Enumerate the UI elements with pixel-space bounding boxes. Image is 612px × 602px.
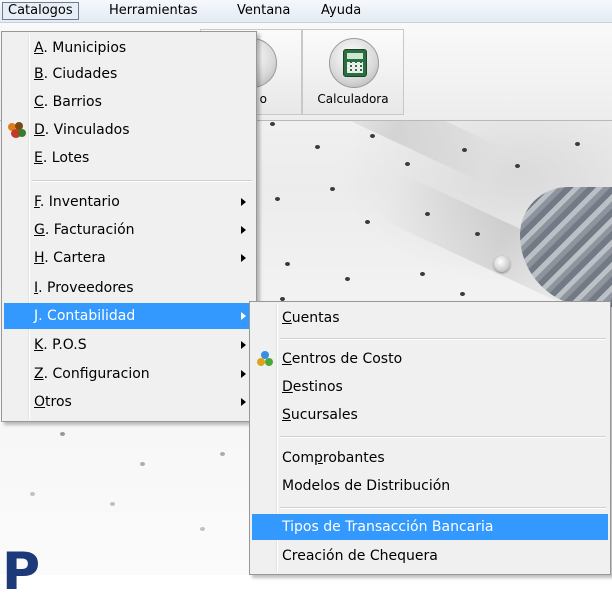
calculadora-label: Calculadora <box>317 92 389 106</box>
menu-separator <box>280 338 606 340</box>
menu-separator <box>32 180 252 182</box>
menu-item-label: Tipos de Transacción Bancaria <box>282 519 494 535</box>
menu-item-municipios[interactable]: A. Municipios <box>4 35 254 61</box>
menu-item-modelos-distribucion[interactable]: Modelos de Distribución <box>252 473 608 499</box>
people-icon <box>8 122 26 138</box>
menu-item-label: Modelos de Distribución <box>282 478 451 494</box>
menu-item-cuentas[interactable]: Cuentas <box>252 305 608 331</box>
menu-item-label: . Inventario <box>39 194 120 210</box>
accesskey: C <box>34 94 44 110</box>
accesskey: Z <box>34 366 44 382</box>
menu-item-label: entros de Costo <box>291 351 403 367</box>
menu-item-facturacion[interactable]: G. Facturación <box>4 217 254 243</box>
menu-ayuda[interactable]: Ayuda <box>316 3 366 19</box>
accesskey: D <box>34 122 45 138</box>
menu-item-otros[interactable]: Otros <box>4 389 254 415</box>
menu-item-label: . Contabilidad <box>38 308 136 324</box>
menu-item-creacion-chequera[interactable]: Creación de Chequera <box>252 543 608 569</box>
menu-item-label: . Vinculados <box>44 122 130 138</box>
menu-bar: Catalogos Herramientas Ventana Ayuda <box>0 0 612 23</box>
shirt-button <box>494 256 510 272</box>
accesskey: C <box>282 310 292 326</box>
menu-item-label-prefix: Com <box>282 450 314 466</box>
calculadora-button[interactable]: Calculadora <box>302 29 404 115</box>
submenu-arrow-icon <box>241 226 246 234</box>
menu-herramientas[interactable]: Herramientas <box>104 3 203 19</box>
menu-item-centros-costo[interactable]: Centros de Costo <box>252 346 608 372</box>
menu-item-comprobantes[interactable]: Comprobantes <box>252 445 608 471</box>
menu-item-label: estinos <box>292 379 343 395</box>
accesskey: H <box>34 250 45 266</box>
menu-item-configuracion[interactable]: Z. Configuracion <box>4 361 254 387</box>
menu-item-label: Creación de Chequera <box>282 548 438 564</box>
accesskey: E <box>34 150 43 166</box>
menu-item-label: . Municipios <box>43 40 127 56</box>
accesskey: C <box>282 351 292 367</box>
menu-separator <box>280 507 606 509</box>
menu-item-label: robantes <box>322 450 385 466</box>
menu-catalogos[interactable]: Catalogos <box>2 2 79 20</box>
menu-item-label: . P.O.S <box>43 337 87 353</box>
menu-item-lotes[interactable]: E. Lotes <box>4 145 254 171</box>
submenu-arrow-icon <box>241 312 246 320</box>
menu-item-contabilidad[interactable]: J. Contabilidad <box>4 303 254 329</box>
menu-ventana[interactable]: Ventana <box>232 3 295 19</box>
menu-item-tipos-transaccion-bancaria[interactable]: Tipos de Transacción Bancaria <box>252 514 608 540</box>
calculator-icon <box>329 38 379 88</box>
menu-item-destinos[interactable]: Destinos <box>252 374 608 400</box>
menu-item-vinculados[interactable]: D. Vinculados <box>4 117 254 143</box>
menu-item-cartera[interactable]: H. Cartera <box>4 245 254 271</box>
menu-separator <box>280 436 606 438</box>
centros-costo-icon <box>257 351 275 367</box>
accesskey: S <box>282 407 291 423</box>
menu-item-label: . Configuracion <box>43 366 150 382</box>
submenu-arrow-icon <box>241 341 246 349</box>
menu-item-label: ucursales <box>290 407 358 423</box>
accesskey: B <box>34 66 44 82</box>
submenu-arrow-icon <box>241 198 246 206</box>
menu-item-sucursales[interactable]: Sucursales <box>252 402 608 428</box>
submenu-arrow-icon <box>241 370 246 378</box>
submenu-arrow-icon <box>241 398 246 406</box>
menu-item-label: . Ciudades <box>43 66 118 82</box>
accesskey: p <box>313 450 323 466</box>
submenu-arrow-icon <box>241 254 246 262</box>
menu-item-inventario[interactable]: F. Inventario <box>4 189 254 215</box>
catalogos-dropdown: A. Municipios B. Ciudades C. Barrios D. … <box>1 31 257 422</box>
menu-item-label: . Barrios <box>43 94 102 110</box>
menu-item-label: . Lotes <box>42 150 90 166</box>
brand-logo-letter: P <box>2 542 41 602</box>
menu-item-label: . Proveedores <box>38 280 134 296</box>
menu-item-pos[interactable]: K. P.O.S <box>4 332 254 358</box>
accesskey: G <box>34 222 45 238</box>
accesskey: K <box>34 337 44 353</box>
accesskey: O <box>34 394 46 410</box>
menu-item-label: tros <box>45 394 72 410</box>
menu-item-label: uentas <box>291 310 340 326</box>
menu-item-label: . Facturación <box>44 222 135 238</box>
menu-item-barrios[interactable]: C. Barrios <box>4 89 254 115</box>
menu-item-label: . Cartera <box>44 250 106 266</box>
menu-item-proveedores[interactable]: I. Proveedores <box>4 275 254 301</box>
menu-item-ciudades[interactable]: B. Ciudades <box>4 61 254 87</box>
accesskey: D <box>282 379 293 395</box>
accesskey: A <box>34 40 44 56</box>
contabilidad-submenu: Cuentas Centros de Costo Destinos Sucurs… <box>249 301 611 575</box>
